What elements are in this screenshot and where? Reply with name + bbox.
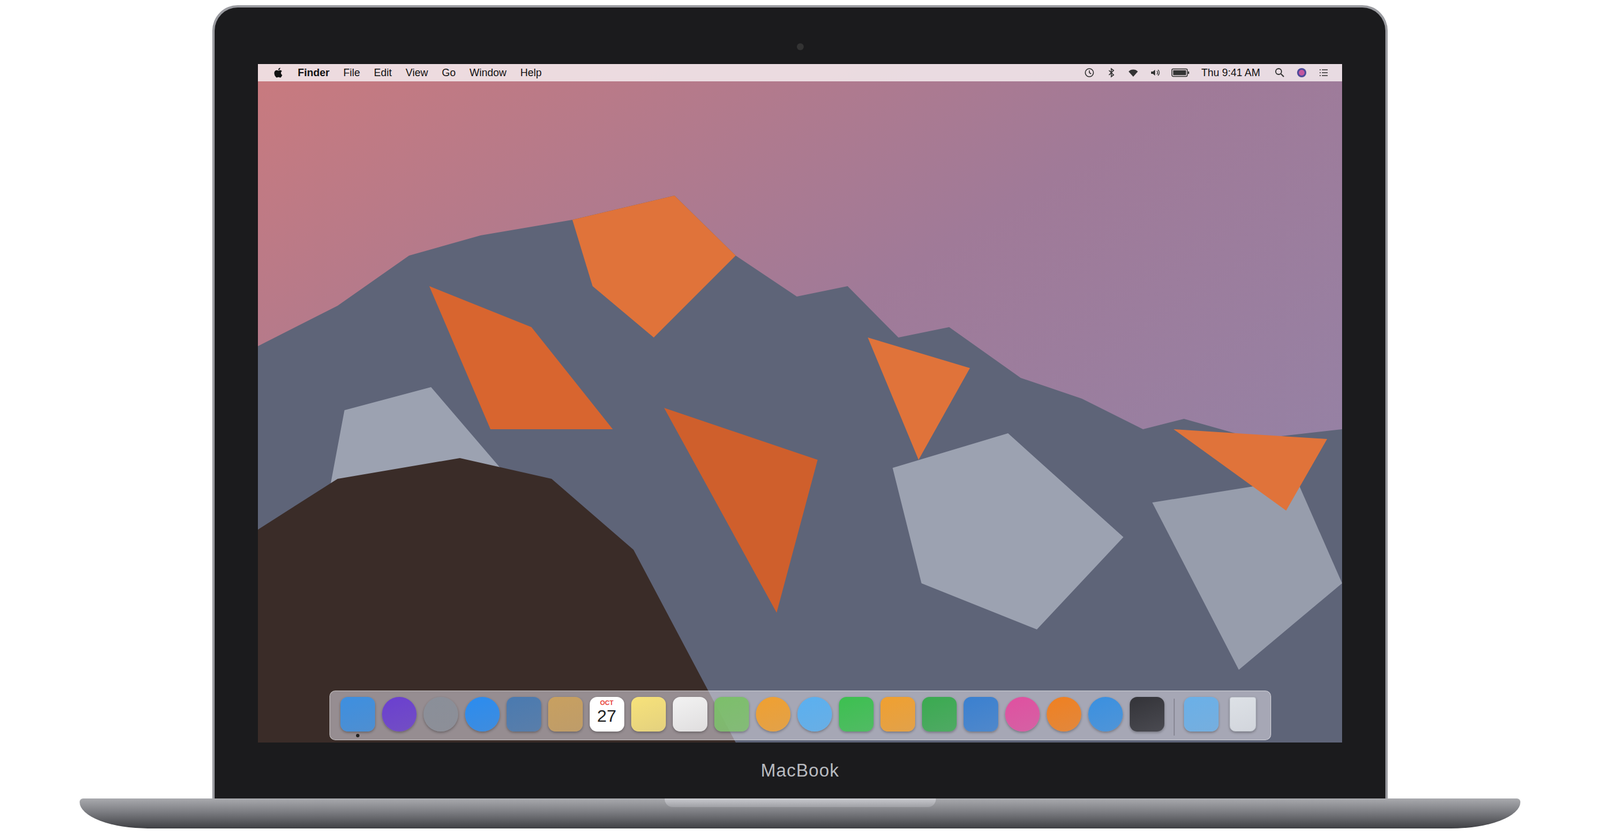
app-icon[interactable] — [631, 697, 666, 732]
running-indicator — [1199, 733, 1204, 738]
running-indicator — [522, 733, 526, 738]
time-machine-icon[interactable] — [1083, 66, 1096, 79]
app-icon[interactable] — [506, 697, 542, 732]
wifi-icon[interactable] — [1127, 66, 1139, 79]
dock-item[interactable] — [1225, 697, 1261, 738]
app-icon[interactable] — [1129, 697, 1165, 732]
app-icon[interactable] — [1005, 697, 1040, 732]
app-icon[interactable] — [797, 697, 833, 732]
siri-icon[interactable] — [1295, 66, 1308, 79]
hinge-notch — [664, 798, 936, 808]
dock-item[interactable] — [506, 697, 542, 738]
dock-item[interactable] — [465, 697, 500, 738]
page: Finder File Edit View Go Window Help Thu 9:41 A… — [0, 0, 1600, 840]
menu-app-name[interactable]: Finder — [297, 66, 330, 80]
calendar-day: 27 — [597, 706, 617, 726]
dock-item[interactable] — [1005, 697, 1040, 738]
running-indicator — [812, 733, 817, 738]
dock-item[interactable] — [880, 697, 916, 738]
dock-item[interactable] — [797, 697, 833, 738]
desktop: Finder File Edit View Go Window Help Thu 9:41 A… — [257, 64, 1343, 743]
running-indicator — [646, 733, 651, 738]
trash-icon[interactable] — [1229, 697, 1257, 732]
menu-item[interactable]: Go — [441, 66, 456, 80]
app-icon[interactable] — [340, 697, 376, 732]
bluetooth-icon[interactable] — [1105, 66, 1118, 79]
calendar-icon[interactable]: OCT27 — [589, 697, 625, 732]
laptop-lid: Finder File Edit View Go Window Help Thu 9:41 A… — [212, 5, 1388, 799]
menu-item[interactable]: Edit — [373, 66, 392, 80]
dock-item[interactable] — [1129, 697, 1165, 738]
app-icon[interactable] — [755, 697, 791, 732]
running-indicator — [854, 733, 858, 738]
battery-icon[interactable] — [1171, 67, 1190, 78]
running-indicator — [397, 733, 402, 738]
dock-item[interactable] — [714, 697, 749, 738]
dock-item[interactable] — [922, 697, 957, 738]
running-indicator — [979, 733, 983, 738]
dock-item[interactable] — [381, 697, 417, 738]
running-indicator — [896, 733, 900, 738]
app-icon[interactable] — [1088, 697, 1123, 732]
running-indicator — [563, 733, 568, 738]
app-icon[interactable] — [963, 697, 999, 732]
running-indicator — [480, 733, 485, 738]
camera-icon — [796, 43, 804, 51]
menu-clock[interactable]: Thu 9:41 AM — [1201, 66, 1261, 80]
dock-item[interactable]: OCT27 — [589, 697, 625, 738]
running-indicator — [1145, 733, 1149, 738]
running-indicator — [1062, 733, 1066, 738]
running-indicator — [1241, 733, 1245, 738]
dock-item[interactable] — [1046, 697, 1082, 738]
app-icon[interactable] — [672, 697, 708, 732]
dock: OCT27 — [329, 690, 1272, 741]
dock-item[interactable] — [631, 697, 666, 738]
dock-item[interactable] — [1183, 697, 1219, 738]
volume-icon[interactable] — [1149, 66, 1161, 79]
app-icon[interactable] — [465, 697, 500, 732]
dock-item[interactable] — [423, 697, 459, 738]
menu-bar: Finder File Edit View Go Window Help Thu 9:41 A… — [257, 64, 1343, 82]
dock-item[interactable] — [838, 697, 874, 738]
dock-separator — [1173, 698, 1175, 736]
bezel-chin: MacBook — [257, 742, 1343, 799]
app-icon[interactable] — [922, 697, 957, 732]
running-indicator — [356, 733, 360, 738]
dock-item[interactable] — [755, 697, 791, 738]
notification-center-icon[interactable] — [1317, 66, 1330, 79]
menu-item[interactable]: File — [343, 66, 361, 80]
app-icon[interactable] — [548, 697, 583, 732]
apple-icon[interactable] — [272, 66, 283, 79]
dock-item[interactable] — [548, 697, 583, 738]
running-indicator — [439, 733, 443, 738]
calendar-month: OCT — [600, 699, 614, 707]
dock-item[interactable] — [963, 697, 999, 738]
dock-item[interactable] — [340, 697, 376, 738]
running-indicator — [688, 733, 692, 738]
app-icon[interactable] — [714, 697, 749, 732]
app-icon[interactable] — [1046, 697, 1082, 732]
dock-item[interactable] — [1088, 697, 1123, 738]
dock-item[interactable] — [672, 697, 708, 738]
wallpaper — [257, 64, 1343, 743]
laptop-base — [79, 798, 1521, 829]
search-icon[interactable] — [1273, 66, 1286, 79]
device-label: MacBook — [760, 760, 839, 782]
app-icon[interactable] — [838, 697, 874, 732]
app-icon[interactable] — [381, 697, 417, 732]
running-indicator — [1020, 733, 1025, 738]
running-indicator — [729, 733, 734, 738]
menu-item[interactable]: Window — [469, 66, 507, 80]
app-icon[interactable] — [880, 697, 916, 732]
running-indicator — [1103, 733, 1108, 738]
folder-icon[interactable] — [1183, 697, 1219, 732]
menu-item[interactable]: Help — [520, 66, 542, 80]
menu-item[interactable]: View — [405, 66, 429, 80]
running-indicator — [605, 733, 609, 738]
running-indicator — [771, 733, 775, 738]
app-icon[interactable] — [423, 697, 459, 732]
running-indicator — [937, 733, 942, 738]
